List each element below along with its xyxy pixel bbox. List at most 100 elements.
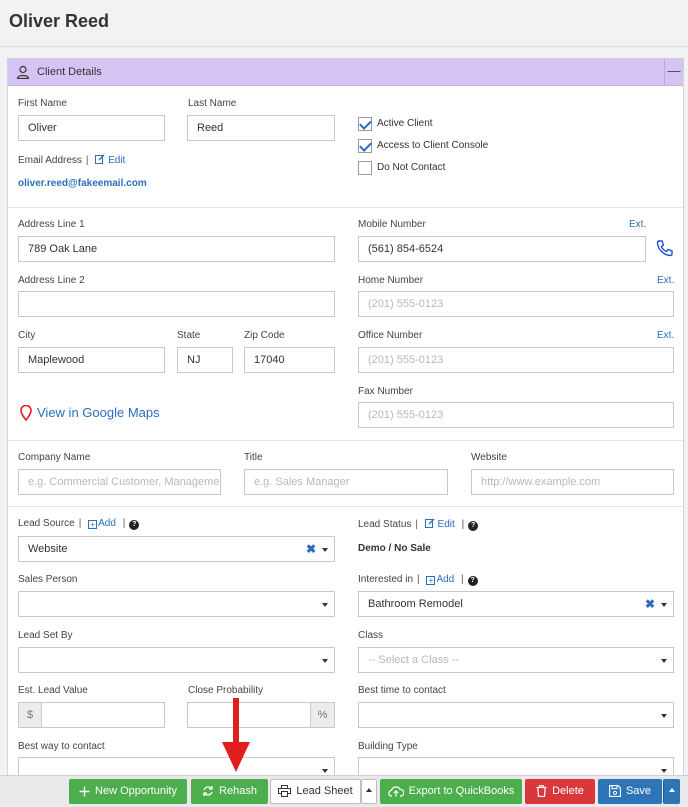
plus-square-icon: + [88, 520, 98, 529]
lead-sheet-button[interactable]: Lead Sheet [270, 779, 361, 804]
new-opportunity-button[interactable]: New Opportunity [69, 779, 187, 804]
chevron-down-icon [661, 714, 667, 718]
zip-input[interactable]: 17040 [244, 347, 335, 373]
home-input[interactable]: (201) 555-0123 [358, 291, 674, 317]
title-input[interactable]: e.g. Sales Manager [244, 469, 448, 495]
page-title: Oliver Reed [9, 11, 110, 31]
caret-up-icon [669, 788, 675, 792]
percent-addon: % [310, 702, 335, 728]
divider [8, 506, 683, 507]
lead-source-select[interactable]: Website ✖ [18, 536, 335, 562]
export-quickbooks-button[interactable]: Export to QuickBooks [380, 779, 522, 804]
interested-select[interactable]: Bathroom Remodel ✖ [358, 591, 674, 617]
last-name-input[interactable]: Reed [187, 115, 335, 141]
help-icon[interactable]: ? [468, 521, 479, 531]
save-button[interactable]: Save [598, 779, 662, 804]
home-ext-link[interactable]: Ext. [657, 275, 674, 286]
do-not-contact-checkbox[interactable] [358, 161, 372, 175]
refresh-icon [203, 786, 213, 796]
cloud-upload-icon [387, 786, 404, 797]
separator: | [85, 155, 89, 166]
address-line1-label: Address Line 1 [18, 219, 85, 230]
website-label: Website [471, 452, 507, 463]
collapse-button[interactable]: — [664, 59, 683, 85]
lead-source-value: Website [28, 543, 68, 555]
export-quickbooks-label: Export to QuickBooks [408, 785, 515, 797]
save-dropdown-button[interactable] [663, 779, 680, 804]
lead-sheet-dropdown-button[interactable] [361, 779, 377, 804]
mobile-input[interactable]: (561) 854-6524 [358, 236, 646, 262]
map-pin-icon [20, 404, 32, 422]
website-input[interactable]: http://www.example.com [471, 469, 674, 495]
help-icon[interactable]: ? [129, 520, 140, 530]
help-icon[interactable]: ? [467, 576, 478, 586]
zip-label: Zip Code [244, 330, 285, 341]
interested-label-row: Interested in | + Add |? [358, 574, 478, 586]
class-select[interactable]: -- Select a Class -- [358, 647, 674, 673]
office-label: Office Number [358, 330, 423, 341]
lead-set-by-select[interactable] [18, 647, 335, 673]
phone-call-icon[interactable] [656, 239, 674, 260]
lead-status-label-row: Lead Status | Edit |? [358, 518, 479, 531]
best-time-select[interactable] [358, 702, 674, 728]
sales-person-select[interactable] [18, 591, 335, 617]
plus-icon [79, 786, 90, 797]
chevron-down-icon [322, 603, 328, 607]
office-input[interactable]: (201) 555-0123 [358, 347, 674, 373]
active-client-checkbox[interactable] [358, 117, 372, 131]
building-type-label: Building Type [358, 741, 418, 752]
email-label-row: Email Address | Edit [18, 154, 125, 166]
trash-icon [536, 785, 547, 798]
address-line1-input[interactable]: 789 Oak Lane [18, 236, 335, 262]
google-maps-label: View in Google Maps [37, 405, 160, 420]
lead-source-add-link[interactable]: + Add [88, 518, 116, 529]
lead-value-input[interactable] [41, 702, 165, 728]
lead-source-label: Lead Source [18, 518, 75, 529]
lead-status-edit-link[interactable]: Edit [424, 518, 458, 530]
delete-button[interactable]: Delete [525, 779, 595, 804]
office-ext-link[interactable]: Ext. [657, 330, 674, 341]
mobile-ext-link[interactable]: Ext. [629, 219, 646, 230]
address-line2-label: Address Line 2 [18, 275, 85, 286]
fax-input[interactable]: (201) 555-0123 [358, 402, 674, 428]
chevron-down-icon [661, 603, 667, 607]
lead-set-by-label: Lead Set By [18, 630, 73, 641]
currency-addon: $ [18, 702, 42, 728]
separator: | [417, 574, 420, 585]
separator: | [78, 518, 82, 529]
client-console-checkbox[interactable] [358, 139, 372, 153]
sales-person-label: Sales Person [18, 574, 78, 585]
edit-icon [95, 154, 105, 164]
floppy-disk-icon [609, 785, 621, 797]
lead-source-label-row: Lead Source | + Add |? [18, 518, 140, 530]
rehash-button[interactable]: Rehash [191, 779, 268, 804]
do-not-contact-label: Do Not Contact [377, 162, 446, 173]
title-divider [0, 46, 688, 47]
annotation-arrow-icon [222, 698, 250, 772]
email-value-link[interactable]: oliver.reed@fakeemail.com [18, 178, 147, 189]
separator: | [461, 519, 465, 530]
divider [8, 440, 683, 441]
separator: | [415, 519, 418, 530]
lead-status-label: Lead Status [358, 519, 412, 530]
panel-header[interactable]: Client Details — [8, 59, 683, 86]
email-edit-link[interactable]: Edit [95, 154, 125, 166]
chevron-down-icon [661, 769, 667, 773]
mobile-label: Mobile Number [358, 219, 426, 230]
first-name-input[interactable]: Oliver [18, 115, 165, 141]
state-input[interactable]: NJ [177, 347, 233, 373]
divider [8, 207, 683, 208]
clear-icon[interactable]: ✖ [306, 537, 316, 561]
class-placeholder: -- Select a Class -- [368, 654, 460, 666]
chevron-down-icon [322, 548, 328, 552]
address-line2-input[interactable] [18, 291, 335, 317]
caret-up-icon [366, 788, 372, 792]
printer-icon [278, 785, 292, 797]
google-maps-link[interactable]: View in Google Maps [20, 404, 160, 422]
active-client-label: Active Client [377, 118, 433, 129]
city-input[interactable]: Maplewood [18, 347, 165, 373]
last-name-label: Last Name [188, 98, 237, 109]
company-input[interactable]: e.g. Commercial Customer, Management [18, 469, 221, 495]
interested-add-link[interactable]: + Add [426, 574, 454, 585]
clear-icon[interactable]: ✖ [645, 592, 655, 616]
